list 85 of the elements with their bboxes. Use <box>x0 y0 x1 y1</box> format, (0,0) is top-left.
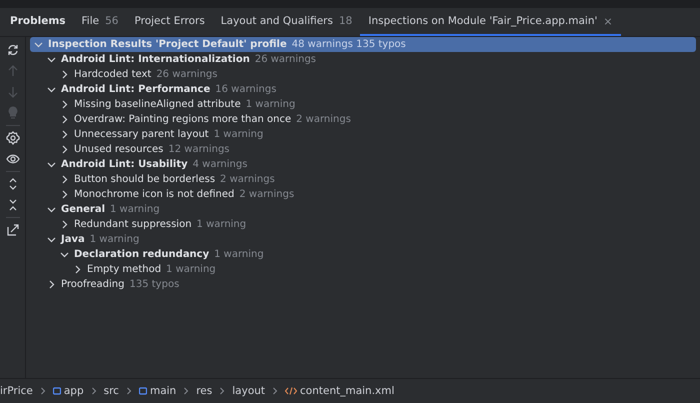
tree-label: Unnecessary parent layout <box>74 129 209 140</box>
tree-label: Android Lint: Internationalization <box>61 54 250 65</box>
tree-row[interactable]: Redundant suppression 1 warning <box>30 217 696 232</box>
issue-count: 12 warnings <box>168 144 230 155</box>
tree-row[interactable]: Button should be borderless 2 warnings <box>30 172 696 187</box>
chevron-right-icon <box>182 387 190 395</box>
tab[interactable]: Project Errors <box>126 8 213 36</box>
chevron-right-icon <box>38 387 47 395</box>
tree-row[interactable]: Android Lint: Performance 16 warnings <box>30 82 696 97</box>
issue-count: 135 typos <box>130 279 180 290</box>
issue-count: 2 warnings <box>296 114 351 125</box>
chevron-down-icon[interactable] <box>47 85 56 94</box>
tree-label: Missing baselineAligned attribute <box>74 99 241 110</box>
tab[interactable]: Layout and Qualifiers 18 <box>212 8 360 36</box>
breadcrumb-item[interactable]: res <box>196 385 212 397</box>
chevron-right-icon <box>124 387 133 395</box>
close-icon[interactable]: × <box>603 14 613 28</box>
tree-label: Unused resources <box>74 144 164 155</box>
issue-count: 1 warning <box>166 264 216 275</box>
tree-label: Android Lint: Usability <box>61 159 188 170</box>
tree-label: Proofreading <box>61 279 124 290</box>
tree-label: Monochrome icon is not defined <box>74 189 234 200</box>
chevron-right-icon[interactable] <box>47 280 56 289</box>
tree-row[interactable]: Empty method 1 warning <box>30 262 696 277</box>
breadcrumb-item[interactable]: content_main.xml <box>285 385 394 397</box>
tree-label: Empty method <box>87 264 162 275</box>
panel-title[interactable]: Problems <box>2 8 74 36</box>
breadcrumb-item[interactable]: irPrice <box>0 385 33 397</box>
eye-icon[interactable] <box>6 152 20 166</box>
chevron-right-icon[interactable] <box>60 220 69 229</box>
tree-row[interactable]: Missing baselineAligned attribute 1 warning <box>30 97 696 112</box>
chevron-right-icon[interactable] <box>73 265 82 274</box>
tree-label: Android Lint: Performance <box>61 84 210 95</box>
tab[interactable]: File 56 <box>74 8 126 36</box>
chevron-right-icon[interactable] <box>60 70 69 79</box>
breadcrumb-item[interactable]: src <box>104 385 119 397</box>
tree-row[interactable]: Inspection Results 'Project Default' profile 48 warnings 135 typos <box>30 37 696 52</box>
tree-label: Overdraw: Painting regions more than once <box>74 114 292 125</box>
issue-count: 1 warning <box>214 129 264 140</box>
issue-count: 26 warnings <box>156 69 218 80</box>
settings-icon[interactable] <box>6 131 20 145</box>
tree-label: Redundant suppression <box>74 219 192 230</box>
tree-row[interactable]: Declaration redundancy 1 warning <box>30 247 696 262</box>
tree-row[interactable]: Hardcoded text 26 warnings <box>30 67 696 82</box>
chevron-right-icon <box>271 387 280 395</box>
tree-label: Declaration redundancy <box>74 249 210 260</box>
issue-count: 48 warnings 135 typos <box>292 39 406 50</box>
tree-row[interactable]: General 1 warning <box>30 202 696 217</box>
tree-row[interactable]: Monochrome icon is not defined 2 warnings <box>30 187 696 202</box>
issue-count: 2 warnings <box>239 189 294 200</box>
breadcrumb-item[interactable]: app <box>52 385 84 397</box>
chevron-down-icon[interactable] <box>47 205 56 214</box>
issue-count: 1 warning <box>110 204 160 215</box>
chevron-right-icon <box>218 387 226 395</box>
issue-count: 16 warnings <box>215 84 276 95</box>
tree-row[interactable]: Unused resources 12 warnings <box>30 142 696 157</box>
issue-count: 1 warning <box>246 99 296 110</box>
tree-label: Inspection Results 'Project Default' profile <box>48 39 287 50</box>
issue-count: 4 warnings <box>192 159 248 170</box>
tree-label: Java <box>61 234 85 245</box>
issue-count: 1 warning <box>196 219 246 230</box>
breadcrumb-item[interactable]: layout <box>232 385 266 397</box>
tree-label: General <box>61 204 105 215</box>
tree-row[interactable]: Java 1 warning <box>30 232 696 247</box>
tree-row[interactable]: Unnecessary parent layout 1 warning <box>30 127 696 142</box>
issue-count: 2 warnings <box>220 174 275 185</box>
tab-count: 18 <box>338 15 352 27</box>
export-icon[interactable] <box>6 223 20 237</box>
tree-row[interactable]: Overdraw: Painting regions more than once 2 warnings <box>30 112 696 127</box>
folder-icon <box>138 387 147 395</box>
issue-count: 1 warning <box>214 249 264 260</box>
chevron-down-icon[interactable] <box>47 160 56 169</box>
refresh-icon[interactable] <box>6 43 20 57</box>
issue-count: 1 warning <box>90 234 140 245</box>
chevron-right-icon <box>90 387 98 395</box>
code-tag-icon <box>285 387 298 395</box>
breadcrumb-item[interactable]: main <box>138 385 176 397</box>
issue-count: 26 warnings <box>254 54 316 65</box>
folder-icon <box>52 387 61 395</box>
tree-row[interactable]: Android Lint: Usability 4 warnings <box>30 157 696 172</box>
tree-row[interactable]: Android Lint: Internationalization 26 warnings <box>30 52 696 67</box>
tree-row[interactable]: Proofreading 135 typos <box>30 277 696 292</box>
tab-count: 56 <box>105 15 118 27</box>
tree-label: Button should be borderless <box>74 174 216 185</box>
tree-label: Hardcoded text <box>74 69 152 80</box>
